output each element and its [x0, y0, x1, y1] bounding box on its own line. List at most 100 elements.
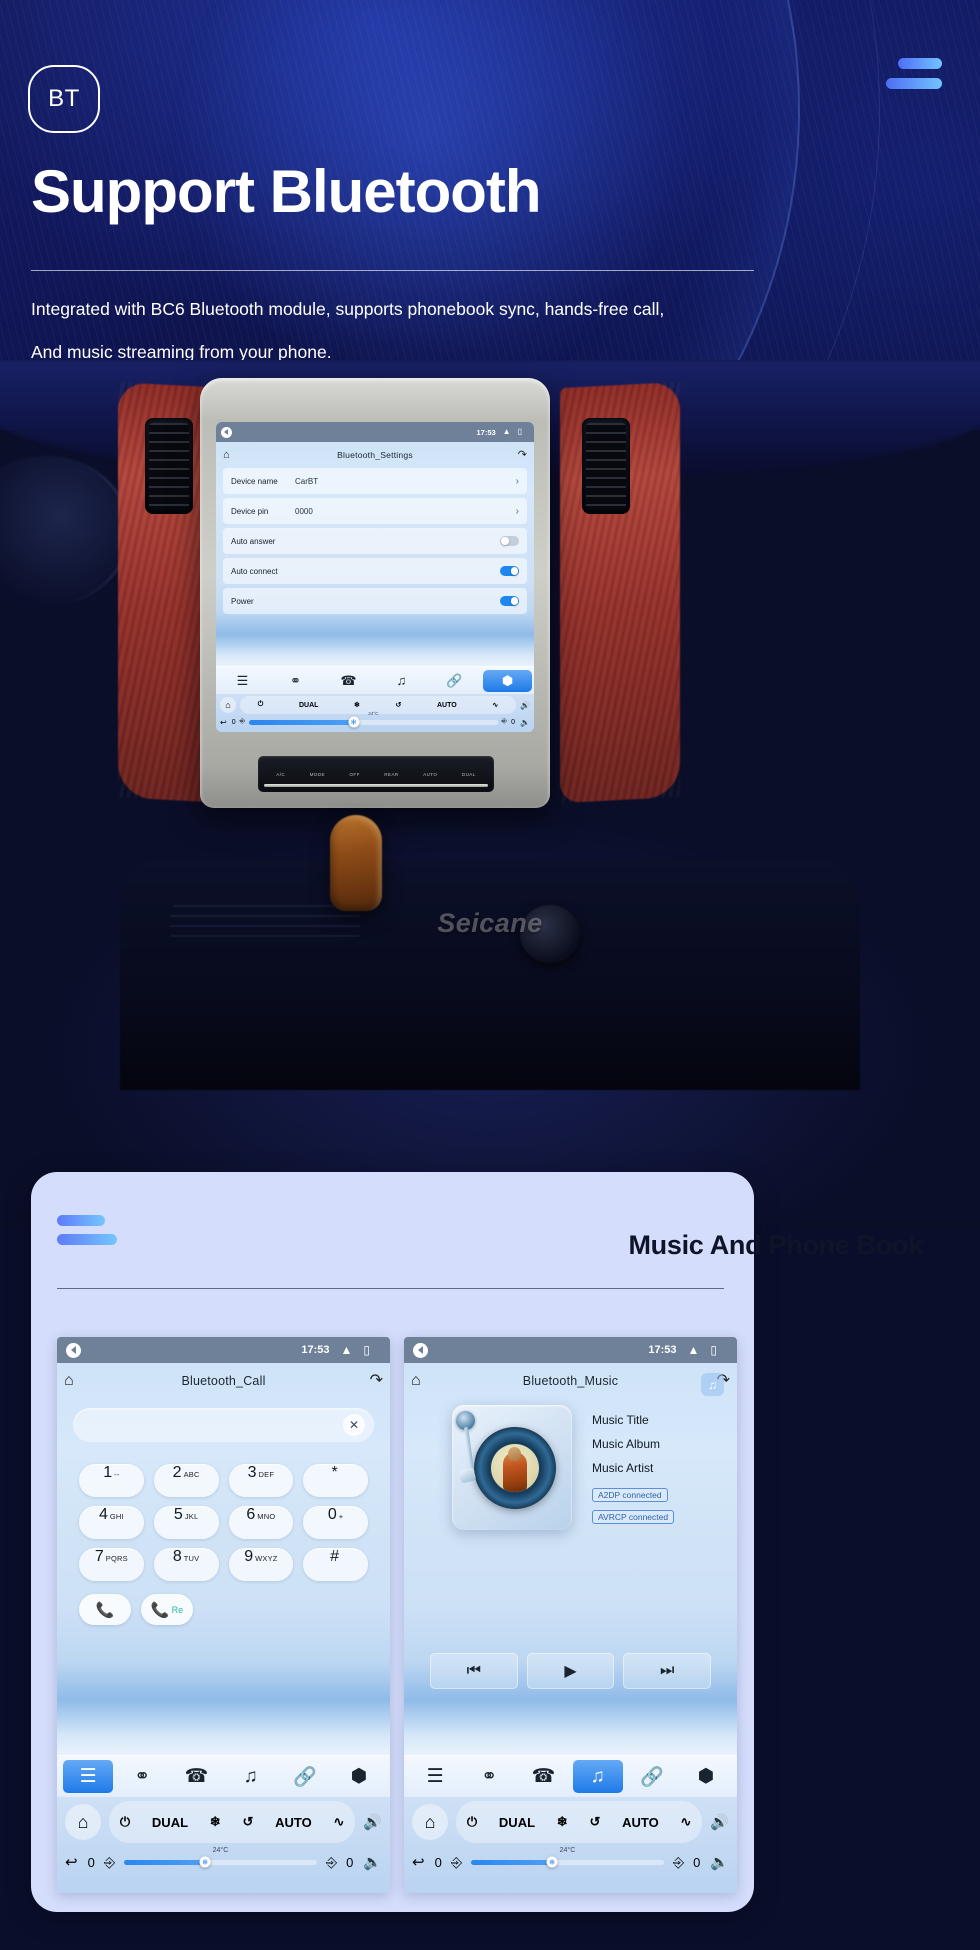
seat-heat-icon[interactable]: ⎆ — [502, 718, 508, 726]
prev-icon[interactable]: ⏮ — [430, 1653, 518, 1689]
nav-link[interactable]: 🔗 — [430, 670, 479, 692]
power-icon[interactable]: ⏻ — [467, 1814, 477, 1830]
fan-slider[interactable]: ✻ 24°C — [124, 1847, 317, 1868]
key-hash[interactable]: # — [303, 1548, 368, 1581]
volume-down-icon[interactable]: 🔈 — [710, 1853, 729, 1871]
nav-settings[interactable]: ⬢ — [334, 1760, 384, 1793]
bluetooth-music-screen[interactable]: 17:53 ▲ ▯ ⌂ Bluetooth_Music ↷ ♫ — [404, 1337, 737, 1893]
dual-label[interactable]: DUAL — [299, 702, 318, 709]
key-7[interactable]: 7 PQRS — [79, 1548, 144, 1581]
settings-row-device-pin[interactable]: Device pin 0000 › — [223, 498, 527, 524]
defrost-icon[interactable]: ∿ — [680, 1814, 691, 1830]
chevron-up-icon[interactable]: ▲ — [688, 1344, 700, 1356]
seat-icon[interactable]: ⎆ — [240, 718, 246, 726]
recirculate-icon[interactable]: ↺ — [589, 1814, 600, 1830]
nav-phone[interactable]: ☎ — [171, 1760, 221, 1793]
settings-row-auto-connect[interactable]: Auto connect — [223, 558, 527, 584]
seat-heat-icon[interactable]: ⎆ — [326, 1854, 337, 1871]
ac-button-rear[interactable]: REAR — [384, 772, 398, 777]
back-arrow-icon[interactable]: ↩ — [220, 718, 227, 727]
fan-slider[interactable]: ✻ 24°C — [249, 711, 498, 728]
volume-down-icon[interactable]: 🔈 — [520, 718, 530, 727]
key-5[interactable]: 5 JKL — [153, 1506, 219, 1539]
snowflake-icon[interactable]: ❄ — [210, 1814, 221, 1830]
nav-settings[interactable]: ⬢ — [681, 1760, 731, 1793]
close-icon[interactable]: ✕ — [343, 1414, 365, 1436]
nav-contacts[interactable]: ⚭ — [271, 670, 320, 692]
settings-row-device-name[interactable]: Device name CarBT › — [223, 468, 527, 494]
recent-apps-icon[interactable]: ▯ — [710, 1344, 717, 1356]
key-6[interactable]: 6 MNO — [228, 1506, 294, 1539]
seat-icon[interactable]: ⎆ — [451, 1854, 462, 1871]
system-back-icon[interactable] — [413, 1342, 428, 1358]
volume-up-icon[interactable]: 🔊 — [710, 1813, 729, 1831]
key-0[interactable]: 0 + — [303, 1506, 368, 1539]
power-icon[interactable]: ⏻ — [258, 701, 264, 709]
nav-music[interactable]: ♫ — [377, 670, 426, 692]
ac-button-auto[interactable]: AUTO — [423, 772, 437, 777]
nav-contacts[interactable]: ⚭ — [117, 1760, 167, 1793]
volume-up-icon[interactable]: 🔊 — [520, 701, 530, 710]
power-toggle[interactable] — [500, 596, 519, 606]
back-arrow-icon[interactable]: ↩ — [412, 1853, 425, 1871]
ac-button-mode[interactable]: MODE — [310, 772, 325, 777]
music-note-icon[interactable]: ♫ — [701, 1373, 724, 1396]
recirculate-icon[interactable]: ↺ — [242, 1814, 253, 1830]
seat-heat-icon[interactable]: ⎆ — [673, 1854, 684, 1871]
play-icon[interactable]: ▶ — [526, 1653, 615, 1689]
nav-link[interactable]: 🔗 — [280, 1760, 330, 1793]
chevron-up-icon[interactable]: ▲ — [341, 1344, 353, 1356]
climate-home-button[interactable]: ⌂ — [65, 1804, 101, 1840]
back-arrow-icon[interactable]: ↩ — [65, 1853, 78, 1871]
fan-slider-knob[interactable]: ✻ — [348, 716, 359, 728]
key-9[interactable]: 9 WXYZ — [228, 1548, 294, 1581]
auto-answer-toggle[interactable] — [500, 536, 519, 546]
ac-button-off[interactable]: OFF — [349, 772, 359, 777]
ac-button-ac[interactable]: A/C — [276, 772, 285, 777]
dual-label[interactable]: DUAL — [499, 1815, 535, 1830]
recirculate-icon[interactable]: ↺ — [396, 701, 402, 709]
next-icon[interactable]: ⏭ — [623, 1653, 712, 1689]
key-1[interactable]: 1 -- — [79, 1464, 144, 1497]
key-4[interactable]: 4 GHI — [79, 1506, 144, 1539]
auto-label[interactable]: AUTO — [622, 1815, 659, 1830]
system-back-icon[interactable] — [66, 1342, 81, 1358]
nav-contacts[interactable]: ⚭ — [464, 1760, 514, 1793]
recent-apps-icon[interactable]: ▯ — [363, 1344, 370, 1356]
nav-dialpad[interactable]: ☰ — [410, 1760, 460, 1793]
dual-label[interactable]: DUAL — [152, 1815, 188, 1830]
nav-music[interactable]: ♫ — [572, 1760, 623, 1793]
snowflake-icon[interactable]: ❄ — [557, 1814, 568, 1830]
auto-label[interactable]: AUTO — [275, 1815, 312, 1830]
settings-row-power[interactable]: Power — [223, 588, 527, 614]
auto-label[interactable]: AUTO — [437, 702, 457, 709]
power-icon[interactable]: ⏻ — [120, 1814, 130, 1830]
call-button[interactable]: 📞 — [79, 1594, 131, 1625]
nav-dialpad[interactable]: ☰ — [218, 670, 267, 692]
redial-button[interactable]: 📞 Re — [141, 1594, 193, 1625]
nav-settings[interactable]: ⬢ — [483, 669, 532, 692]
climate-home-button[interactable]: ⌂ — [220, 697, 236, 713]
chevron-up-icon[interactable]: ▲ — [503, 428, 511, 436]
fan-slider[interactable]: ✻ 24°C — [471, 1847, 664, 1868]
system-back-icon[interactable] — [221, 426, 232, 438]
bluetooth-call-screen[interactable]: 17:53 ▲ ▯ ⌂ Bluetooth_Call ↷ ✕ 1 -- 2 ABC … — [57, 1337, 390, 1893]
snowflake-icon[interactable]: ❄ — [354, 701, 360, 709]
defrost-icon[interactable]: ∿ — [333, 1814, 344, 1830]
nav-dialpad[interactable]: ☰ — [63, 1760, 114, 1793]
recent-apps-icon[interactable]: ▯ — [518, 428, 522, 436]
seat-icon[interactable]: ⎆ — [104, 1854, 115, 1871]
auto-connect-toggle[interactable] — [500, 566, 519, 576]
defrost-icon[interactable]: ∿ — [492, 701, 498, 709]
key-2[interactable]: 2 ABC — [153, 1464, 219, 1497]
key-8[interactable]: 8 TUV — [153, 1548, 219, 1581]
nav-link[interactable]: 🔗 — [627, 1760, 677, 1793]
nav-music[interactable]: ♫ — [226, 1760, 276, 1793]
ac-button-dual[interactable]: DUAL — [462, 772, 476, 777]
bluetooth-settings-screen[interactable]: 17:53 ▲ ▯ ⌂ Bluetooth_Settings ↷ Device … — [216, 422, 534, 732]
volume-down-icon[interactable]: 🔈 — [363, 1853, 382, 1871]
nav-phone[interactable]: ☎ — [518, 1760, 568, 1793]
key-3[interactable]: 3 DEF — [228, 1464, 294, 1497]
key-star[interactable]: * — [303, 1464, 368, 1497]
climate-home-button[interactable]: ⌂ — [412, 1804, 448, 1840]
